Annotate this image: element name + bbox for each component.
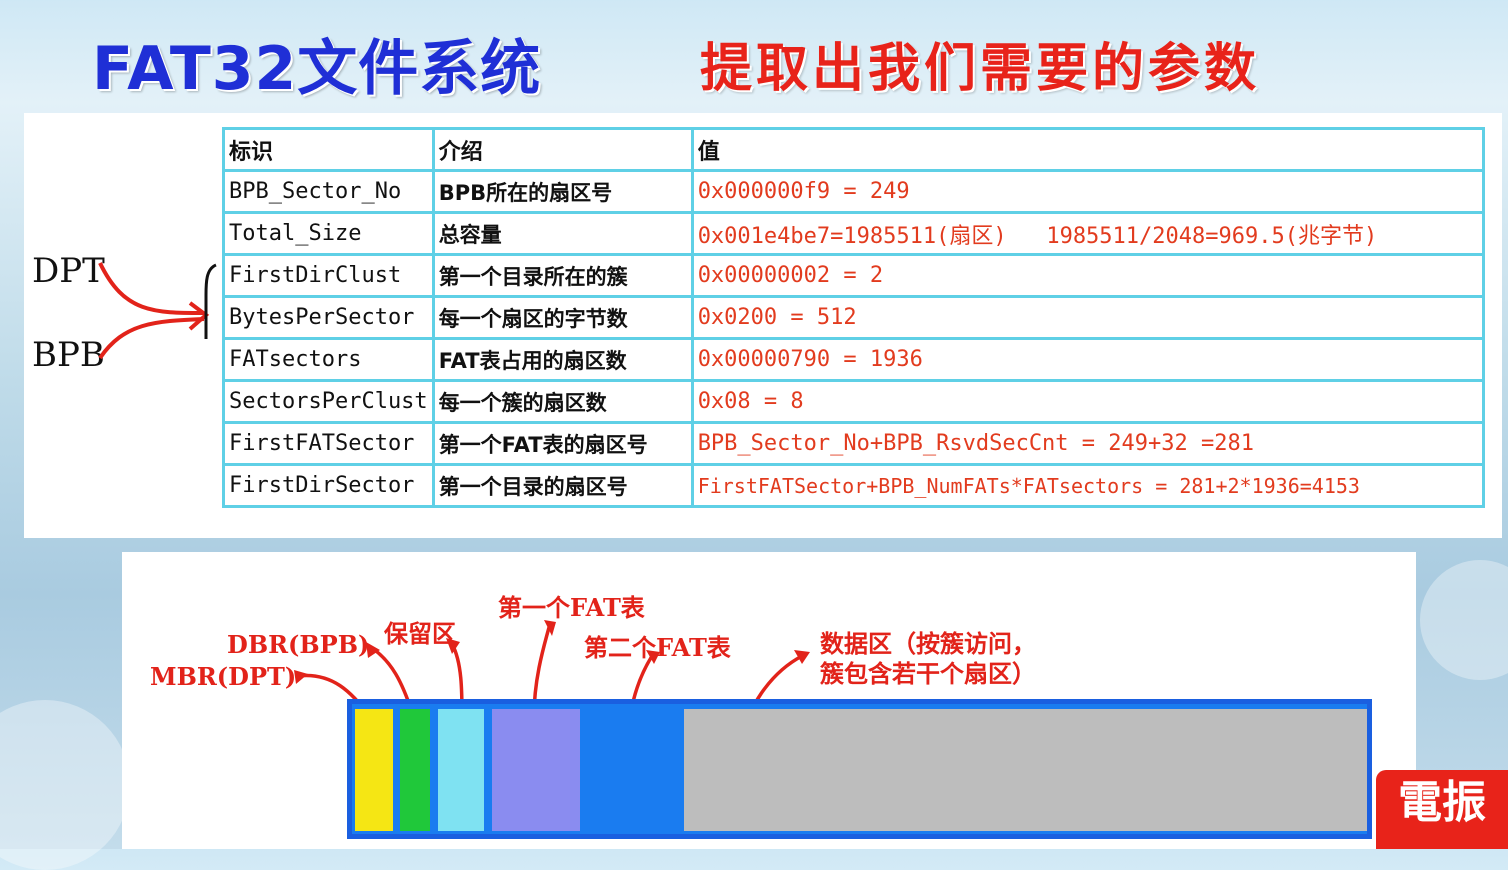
title-fat32: FAT32文件系统 bbox=[92, 34, 542, 104]
table-row: FATsectors FAT表占用的扇区数 0x00000790 = 1936 bbox=[222, 337, 1485, 382]
segment-dbr bbox=[400, 709, 430, 831]
cell-description: 第一个FAT表的扇区号 bbox=[431, 421, 694, 466]
cell-identifier: SectorsPerClust bbox=[222, 379, 435, 424]
cell-identifier: FirstDirSector bbox=[222, 463, 435, 508]
segment-data bbox=[684, 709, 1367, 831]
cell-identifier: BPB_Sector_No bbox=[222, 169, 435, 214]
segment-mbr bbox=[355, 709, 393, 831]
table-row: FirstDirSector 第一个目录的扇区号 FirstFATSector+… bbox=[222, 463, 1485, 508]
header-value: 值 bbox=[690, 127, 1485, 172]
logo: 電振 bbox=[1376, 770, 1508, 849]
table-row: FirstDirClust 第一个目录所在的簇 0x00000002 = 2 bbox=[222, 253, 1485, 298]
cell-value: 0x001e4be7=1985511(扇区) 1985511/2048=969.… bbox=[690, 211, 1485, 256]
table-row: BytesPerSector 每一个扇区的字节数 0x0200 = 512 bbox=[222, 295, 1485, 340]
title-extract-params: 提取出我们需要的参数 bbox=[700, 39, 1261, 99]
cell-description: 第一个目录的扇区号 bbox=[431, 463, 694, 508]
cell-value: 0x0200 = 512 bbox=[690, 295, 1485, 340]
table-row: FirstFATSector 第一个FAT表的扇区号 BPB_Sector_No… bbox=[222, 421, 1485, 466]
cell-identifier: Total_Size bbox=[222, 211, 435, 256]
cell-value: FirstFATSector+BPB_NumFATs*FATsectors = … bbox=[690, 463, 1485, 508]
cell-value: 0x08 = 8 bbox=[690, 379, 1485, 424]
parameters-panel: DPT BPB 标识 介绍 值 BPB_Sector_No BPB所在的扇区号 … bbox=[24, 113, 1502, 538]
cell-identifier: BytesPerSector bbox=[222, 295, 435, 340]
slide-title: FAT32文件系统 提取出我们需要的参数 bbox=[0, 0, 1508, 110]
cell-description: 第一个目录所在的簇 bbox=[431, 253, 694, 298]
cell-description: 每一个簇的扇区数 bbox=[431, 379, 694, 424]
cell-identifier: FirstDirClust bbox=[222, 253, 435, 298]
segment-fat1 bbox=[492, 709, 580, 831]
cell-value: 0x00000002 = 2 bbox=[690, 253, 1485, 298]
parameters-table: 标识 介绍 值 BPB_Sector_No BPB所在的扇区号 0x000000… bbox=[222, 127, 1485, 508]
cell-value: 0x00000790 = 1936 bbox=[690, 337, 1485, 382]
table-row: SectorsPerClust 每一个簇的扇区数 0x08 = 8 bbox=[222, 379, 1485, 424]
cell-identifier: FirstFATSector bbox=[222, 421, 435, 466]
cell-description: 总容量 bbox=[431, 211, 694, 256]
cell-description: BPB所在的扇区号 bbox=[431, 169, 694, 214]
cell-value: 0x000000f9 = 249 bbox=[690, 169, 1485, 214]
segment-fat2 bbox=[588, 709, 678, 831]
cell-value: BPB_Sector_No+BPB_RsvdSecCnt = 249+32 =2… bbox=[690, 421, 1485, 466]
background-bubble bbox=[1420, 560, 1508, 680]
segment-reserved bbox=[438, 709, 484, 831]
cell-identifier: FATsectors bbox=[222, 337, 435, 382]
header-description: 介绍 bbox=[431, 127, 694, 172]
table-row: BPB_Sector_No BPB所在的扇区号 0x000000f9 = 249 bbox=[222, 169, 1485, 214]
header-identifier: 标识 bbox=[222, 127, 435, 172]
table-row: Total_Size 总容量 0x001e4be7=1985511(扇区) 19… bbox=[222, 211, 1485, 256]
table-header-row: 标识 介绍 值 bbox=[222, 127, 1485, 172]
cell-description: FAT表占用的扇区数 bbox=[431, 337, 694, 382]
disk-layout-panel: MBR(DPT) DBR(BPB) 保留区 第一个FAT表 第二个FAT表 数据… bbox=[122, 552, 1416, 849]
cell-description: 每一个扇区的字节数 bbox=[431, 295, 694, 340]
disk-layout-bar bbox=[347, 699, 1372, 839]
background-bubble bbox=[0, 700, 130, 870]
